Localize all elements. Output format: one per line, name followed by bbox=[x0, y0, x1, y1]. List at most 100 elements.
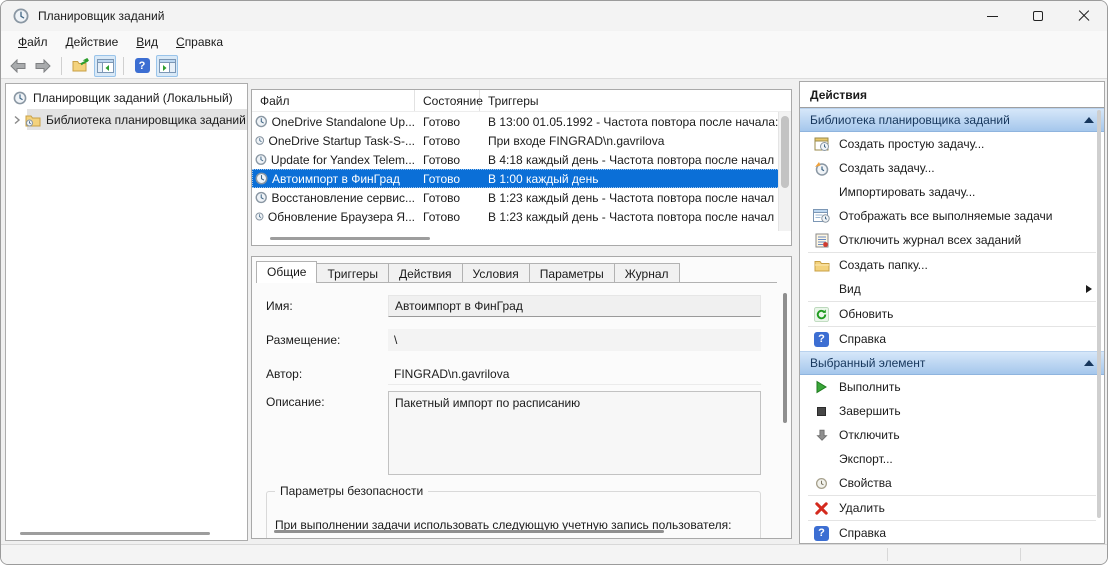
action-run[interactable]: Выполнить bbox=[800, 375, 1104, 399]
name-label: Имя: bbox=[266, 295, 388, 317]
details-vertical-scrollbar[interactable] bbox=[783, 293, 787, 423]
menu-view[interactable]: Вид bbox=[127, 32, 167, 52]
cell-file: Восстановление сервис... bbox=[271, 191, 415, 205]
details-tab-bar: Общие Триггеры Действия Условия Параметр… bbox=[256, 261, 777, 283]
action-disable[interactable]: Отключить bbox=[800, 423, 1104, 447]
back-button[interactable] bbox=[7, 55, 29, 77]
description-field: Пакетный импорт по расписанию bbox=[388, 391, 761, 475]
action-help[interactable]: ? Справка bbox=[800, 327, 1104, 351]
table-row-selected[interactable]: Автоимпорт в ФинГрад Готово В 1:00 кажды… bbox=[252, 169, 780, 188]
action-create-task[interactable]: Создать задачу... bbox=[800, 156, 1104, 180]
section-header-label: Библиотека планировщика заданий bbox=[810, 113, 1010, 127]
column-header-file[interactable]: Файл bbox=[252, 90, 415, 111]
menu-bar: Файл Действие Вид Справка bbox=[1, 31, 1107, 53]
action-label: Создать папку... bbox=[839, 258, 928, 272]
table-row[interactable]: OneDrive Standalone Up... Готово В 13:00… bbox=[252, 112, 780, 131]
tab-actions[interactable]: Действия bbox=[388, 263, 463, 283]
tree-item-scheduler-local[interactable]: Планировщик заданий (Локальный) bbox=[6, 87, 247, 108]
cell-triggers: При входе FINGRAD\n.gavrilova bbox=[480, 134, 780, 148]
scrollbar-thumb[interactable] bbox=[1097, 110, 1101, 518]
no-icon bbox=[813, 451, 830, 468]
action-view-menu[interactable]: Вид bbox=[800, 277, 1104, 301]
menu-file[interactable]: Файл bbox=[9, 32, 57, 52]
details-horizontal-scrollbar[interactable] bbox=[274, 530, 664, 533]
menu-help[interactable]: Справка bbox=[167, 32, 232, 52]
column-header-triggers[interactable]: Триггеры bbox=[480, 90, 791, 111]
menu-action[interactable]: Действие bbox=[57, 32, 128, 52]
task-list-panel: Файл Состояние Триггеры OneDrive Standal… bbox=[251, 89, 792, 246]
table-row[interactable]: Обновление Браузера Я... Готово В 1:23 к… bbox=[252, 207, 780, 226]
section-header-label: Выбранный элемент bbox=[810, 356, 925, 370]
status-bar-divider bbox=[1020, 548, 1021, 561]
action-disable-all-tasks-history[interactable]: Отключить журнал всех заданий bbox=[800, 228, 1104, 252]
toggle-action-pane-button[interactable] bbox=[156, 55, 178, 77]
export-list-button[interactable] bbox=[69, 55, 91, 77]
forward-icon bbox=[34, 59, 52, 73]
action-refresh[interactable]: Обновить bbox=[800, 302, 1104, 326]
properties-icon bbox=[813, 475, 830, 492]
tab-triggers[interactable]: Триггеры bbox=[316, 263, 389, 283]
action-label: Создать простую задачу... bbox=[839, 137, 984, 151]
close-button[interactable] bbox=[1061, 1, 1107, 31]
table-row[interactable]: Update for Yandex Telem... Готово В 4:18… bbox=[252, 150, 780, 169]
table-horizontal-scrollbar[interactable] bbox=[270, 237, 430, 240]
collapse-icon[interactable] bbox=[1084, 117, 1094, 123]
cell-file: Обновление Браузера Я... bbox=[268, 210, 415, 224]
action-properties[interactable]: Свойства bbox=[800, 471, 1104, 495]
tree-horizontal-scrollbar[interactable] bbox=[20, 532, 210, 535]
actions-pane-title: Действия bbox=[800, 82, 1104, 108]
actions-section-library-header[interactable]: Библиотека планировщика заданий bbox=[800, 108, 1104, 132]
run-icon bbox=[813, 379, 830, 396]
action-label: Завершить bbox=[839, 404, 901, 418]
task-clock-icon bbox=[255, 191, 267, 204]
action-label: Удалить bbox=[839, 501, 885, 515]
maximize-button[interactable] bbox=[1015, 1, 1061, 31]
action-end[interactable]: Завершить bbox=[800, 399, 1104, 423]
task-clock-icon bbox=[255, 134, 265, 147]
toggle-console-tree-button[interactable] bbox=[94, 55, 116, 77]
action-help-selected[interactable]: ? Справка bbox=[800, 521, 1104, 544]
toolbar-separator bbox=[61, 57, 62, 75]
task-details-panel: Общие Триггеры Действия Условия Параметр… bbox=[251, 256, 792, 539]
tab-conditions[interactable]: Условия bbox=[462, 263, 530, 283]
folder-arrow-icon bbox=[72, 58, 89, 73]
task-clock-icon bbox=[255, 153, 267, 166]
task-clock-icon bbox=[255, 115, 268, 128]
cell-triggers: В 13:00 01.05.1992 - Частота повтора пос… bbox=[480, 115, 780, 129]
action-export[interactable]: Экспорт... bbox=[800, 447, 1104, 471]
action-delete[interactable]: Удалить bbox=[800, 496, 1104, 520]
tab-settings[interactable]: Параметры bbox=[529, 263, 615, 283]
cell-file: OneDrive Standalone Up... bbox=[272, 115, 415, 129]
table-row[interactable]: OneDrive Startup Task-S-... Готово При в… bbox=[252, 131, 780, 150]
action-create-basic-task[interactable]: Создать простую задачу... bbox=[800, 132, 1104, 156]
help-icon: ? bbox=[135, 58, 150, 73]
scrollbar-thumb[interactable] bbox=[781, 116, 789, 188]
action-label: Экспорт... bbox=[839, 452, 893, 466]
action-label: Свойства bbox=[839, 476, 892, 490]
action-new-folder[interactable]: Создать папку... bbox=[800, 253, 1104, 277]
forward-button[interactable] bbox=[32, 55, 54, 77]
delete-icon bbox=[813, 500, 830, 517]
tree-item-task-library[interactable]: Библиотека планировщика заданий bbox=[6, 109, 247, 130]
tab-general[interactable]: Общие bbox=[256, 261, 317, 283]
minimize-button[interactable] bbox=[969, 1, 1015, 31]
actions-vertical-scrollbar[interactable] bbox=[1095, 110, 1103, 539]
cell-state: Готово bbox=[415, 134, 480, 148]
expand-chevron-icon[interactable] bbox=[13, 115, 21, 125]
tab-history[interactable]: Журнал bbox=[614, 263, 680, 283]
collapse-icon[interactable] bbox=[1084, 360, 1094, 366]
folder-icon bbox=[813, 257, 830, 274]
table-row[interactable]: Восстановление сервис... Готово В 1:23 к… bbox=[252, 188, 780, 207]
console-tree-icon bbox=[97, 59, 114, 73]
actions-section-selected-item-header[interactable]: Выбранный элемент bbox=[800, 351, 1104, 375]
column-header-state[interactable]: Состояние bbox=[415, 90, 480, 111]
no-icon bbox=[813, 281, 830, 298]
action-display-running-tasks[interactable]: Отображать все выполняемые задачи bbox=[800, 204, 1104, 228]
task-scheduler-app-icon bbox=[13, 8, 29, 24]
table-vertical-scrollbar[interactable] bbox=[778, 112, 791, 231]
help-button[interactable]: ? bbox=[131, 55, 153, 77]
stop-icon bbox=[813, 403, 830, 420]
action-import-task[interactable]: Импортировать задачу... bbox=[800, 180, 1104, 204]
table-header: Файл Состояние Триггеры bbox=[252, 90, 791, 112]
description-label: Описание: bbox=[266, 391, 388, 475]
